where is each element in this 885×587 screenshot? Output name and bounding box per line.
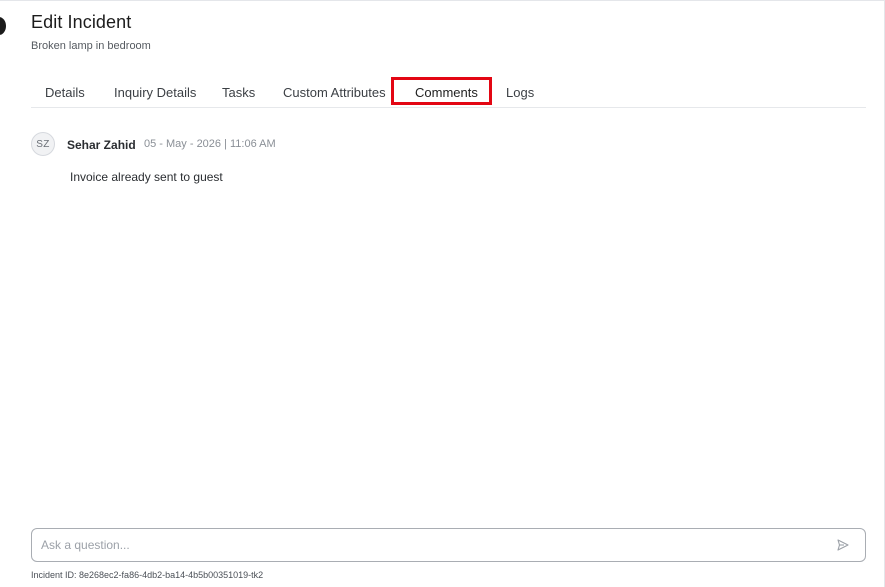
question-input[interactable] [41, 529, 821, 561]
comment-item: SZ Sehar Zahid 05 - May - 2026 | 11:06 A… [31, 132, 631, 192]
avatar: SZ [31, 132, 55, 156]
tab-custom-attributes[interactable]: Custom Attributes [283, 85, 386, 100]
page-title: Edit Incident [31, 12, 132, 32]
page-subtitle: Broken lamp in bedroom [31, 40, 151, 52]
send-icon[interactable] [837, 539, 849, 551]
tab-details[interactable]: Details [45, 85, 85, 100]
close-icon[interactable] [0, 17, 6, 35]
tab-comments[interactable]: Comments [415, 85, 478, 100]
edit-incident-panel: Edit Incident Broken lamp in bedroom Det… [0, 0, 885, 587]
tab-logs[interactable]: Logs [506, 85, 534, 100]
comment-author: Sehar Zahid [67, 138, 136, 152]
comment-timestamp: 05 - May - 2026 | 11:06 AM [144, 138, 276, 150]
comment-composer [31, 528, 866, 562]
comment-text: Invoice already sent to guest [70, 170, 223, 184]
tab-inquiry-details[interactable]: Inquiry Details [114, 85, 196, 100]
tab-tasks[interactable]: Tasks [222, 85, 255, 100]
incident-id: Incident ID: 8e268ec2-fa86-4db2-ba14-4b5… [31, 570, 264, 580]
tab-bar: Details Inquiry Details Tasks Custom Att… [31, 77, 866, 108]
